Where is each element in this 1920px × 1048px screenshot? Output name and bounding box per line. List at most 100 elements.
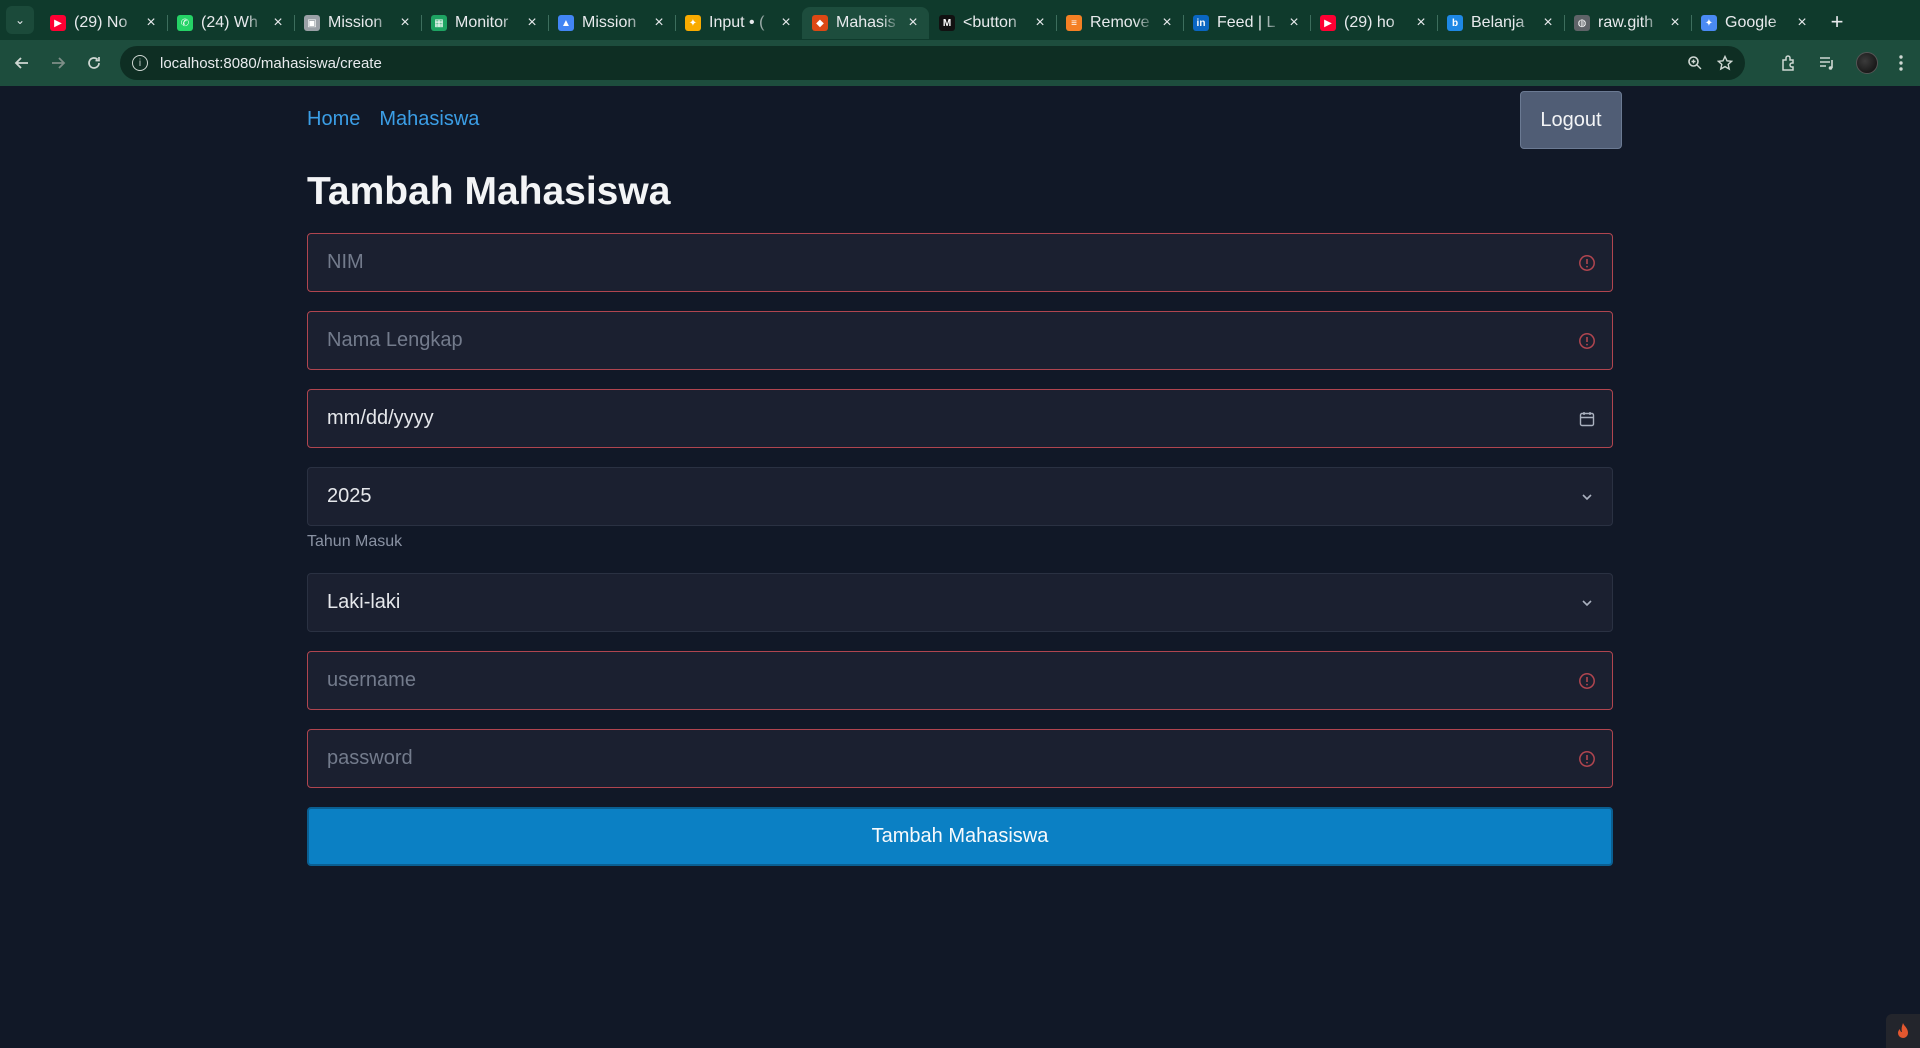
sheets-icon: ▦ xyxy=(431,15,447,31)
close-tab-icon[interactable]: × xyxy=(1413,14,1429,32)
nav-link-home[interactable]: Home xyxy=(307,108,360,131)
linkedin-icon: in xyxy=(1193,15,1209,31)
close-tab-icon[interactable]: × xyxy=(1794,14,1810,32)
submit-button[interactable]: Tambah Mahasiswa xyxy=(307,807,1613,866)
tab-title: (29) No xyxy=(74,14,128,31)
tahun-masuk-value: 2025 xyxy=(327,485,372,507)
nim-placeholder: NIM xyxy=(327,251,364,273)
close-tab-icon[interactable]: × xyxy=(778,14,794,32)
drive-icon: ▲ xyxy=(558,15,574,31)
whatsapp-icon: ✆ xyxy=(177,15,193,31)
m-icon: M xyxy=(939,15,955,31)
tab-title: <button xyxy=(963,14,1017,31)
browser-tab[interactable]: b Belanja × xyxy=(1437,7,1564,39)
logout-button[interactable]: Logout xyxy=(1520,91,1622,149)
tab-title: Google xyxy=(1725,14,1777,31)
jenis-kelamin-select[interactable]: Laki-laki xyxy=(307,573,1613,632)
close-tab-icon[interactable]: × xyxy=(1159,14,1175,32)
close-tab-icon[interactable]: × xyxy=(1540,14,1556,32)
reload-icon xyxy=(88,57,100,69)
profile-avatar[interactable] xyxy=(1856,52,1878,74)
close-tab-icon[interactable]: × xyxy=(905,14,921,32)
new-tab-button[interactable]: + xyxy=(1822,9,1852,35)
browser-tab[interactable]: ◍ raw.gith × xyxy=(1564,7,1691,39)
tab-title: raw.gith xyxy=(1598,14,1654,31)
username-input[interactable]: username xyxy=(307,651,1613,710)
shop-icon: b xyxy=(1447,15,1463,31)
nama-lengkap-placeholder: Nama Lengkap xyxy=(327,329,463,351)
password-input[interactable]: password xyxy=(307,729,1613,788)
close-tab-icon[interactable]: × xyxy=(1286,14,1302,32)
arrow-left-icon xyxy=(14,57,28,69)
browser-tab[interactable]: in Feed | L × xyxy=(1183,7,1310,39)
browser-tab[interactable]: ▲ Mission × xyxy=(548,7,675,39)
close-tab-icon[interactable]: × xyxy=(397,14,413,32)
tab-title: Mission xyxy=(328,14,383,31)
tanggal-lahir-input[interactable]: mm/dd/yyyy xyxy=(307,389,1613,448)
page-title: Tambah Mahasiswa xyxy=(307,170,671,213)
youtube-icon: ▶ xyxy=(1320,15,1336,31)
tab-title: Feed | L xyxy=(1217,14,1276,31)
close-tab-icon[interactable]: × xyxy=(270,14,286,32)
browser-tab[interactable]: ✆ (24) Wh × xyxy=(167,7,294,39)
close-tab-icon[interactable]: × xyxy=(1667,14,1683,32)
username-placeholder: username xyxy=(327,669,416,691)
browser-tab[interactable]: ≡ Remove × xyxy=(1056,7,1183,39)
page-content: Home Mahasiswa Logout Tambah Mahasiswa N… xyxy=(0,86,1920,1048)
tahun-masuk-select[interactable]: 2025 xyxy=(307,467,1613,526)
address-bar[interactable]: i localhost:8080/mahasiswa/create xyxy=(120,46,1745,80)
close-tab-icon[interactable]: × xyxy=(651,14,667,32)
tab-search-button[interactable]: ⌄ xyxy=(6,6,34,34)
tab-title: Monitor xyxy=(455,14,509,31)
nama-lengkap-input[interactable]: Nama Lengkap xyxy=(307,311,1613,370)
nim-input[interactable]: NIM xyxy=(307,233,1613,292)
globe-icon: ◍ xyxy=(1574,15,1590,31)
chevron-down-icon xyxy=(1578,488,1596,506)
nav-link-mahasiswa[interactable]: Mahasiswa xyxy=(379,108,479,131)
browser-tab[interactable]: ▣ Mission × xyxy=(294,7,421,39)
close-tab-icon[interactable]: × xyxy=(1032,14,1048,32)
site-info-icon[interactable]: i xyxy=(132,55,148,71)
back-button[interactable] xyxy=(4,45,40,81)
browser-tab[interactable]: M <button × xyxy=(929,7,1056,39)
browser-tab[interactable]: ▶ (29) ho × xyxy=(1310,7,1437,39)
browser-tab[interactable]: ✦ Input • (× xyxy=(675,7,802,39)
error-circle-icon xyxy=(1578,750,1596,768)
arrow-right-icon xyxy=(52,57,66,69)
browser-tab[interactable]: ✦ Google × xyxy=(1691,7,1818,39)
extensions-icon[interactable] xyxy=(1780,54,1798,72)
browser-tab[interactable]: ▦ Monitor × xyxy=(421,7,548,39)
browser-tab[interactable]: ◆ Mahasis × xyxy=(802,7,929,39)
gemini-icon: ✦ xyxy=(1701,15,1717,31)
tab-title: Input • ( xyxy=(709,14,765,31)
password-placeholder: password xyxy=(327,747,413,769)
close-tab-icon[interactable]: × xyxy=(524,14,540,32)
chevron-down-icon xyxy=(1578,594,1596,612)
error-circle-icon xyxy=(1578,254,1596,272)
media-controls-icon[interactable] xyxy=(1818,54,1836,72)
calendar-icon[interactable] xyxy=(1578,410,1596,428)
youtube-icon: ▶ xyxy=(50,15,66,31)
tab-title: Belanja xyxy=(1471,14,1525,31)
browser-tab-strip: ⌄ ▶ (29) No × ✆ (24) Wh × ▣ Mission × ▦ Monitor × ▲ M… xyxy=(0,0,1920,40)
debug-toolbar-toggle[interactable] xyxy=(1886,1014,1920,1048)
tab-title: (29) ho xyxy=(1344,14,1395,31)
close-tab-icon[interactable]: × xyxy=(143,14,159,32)
error-circle-icon xyxy=(1578,332,1596,350)
date-format-placeholder: mm/dd/yyyy xyxy=(327,407,434,429)
stackoverflow-icon: ≡ xyxy=(1066,15,1082,31)
tab-title: Remove xyxy=(1090,14,1150,31)
jenis-kelamin-value: Laki-laki xyxy=(327,591,401,613)
zoom-icon[interactable] xyxy=(1687,55,1703,71)
top-nav: Home Mahasiswa xyxy=(307,108,479,131)
reload-button[interactable] xyxy=(76,45,112,81)
address-url[interactable]: localhost:8080/mahasiswa/create xyxy=(160,55,382,72)
error-circle-icon xyxy=(1578,672,1596,690)
tahun-masuk-helper: Tahun Masuk xyxy=(307,533,403,550)
contact-card-icon: ▣ xyxy=(304,15,320,31)
browser-tab[interactable]: ▶ (29) No × xyxy=(40,7,167,39)
bookmark-star-icon[interactable] xyxy=(1717,55,1733,71)
tab-title: Mission xyxy=(582,14,637,31)
kebab-menu-icon[interactable] xyxy=(1898,54,1904,72)
forward-button[interactable] xyxy=(40,45,76,81)
